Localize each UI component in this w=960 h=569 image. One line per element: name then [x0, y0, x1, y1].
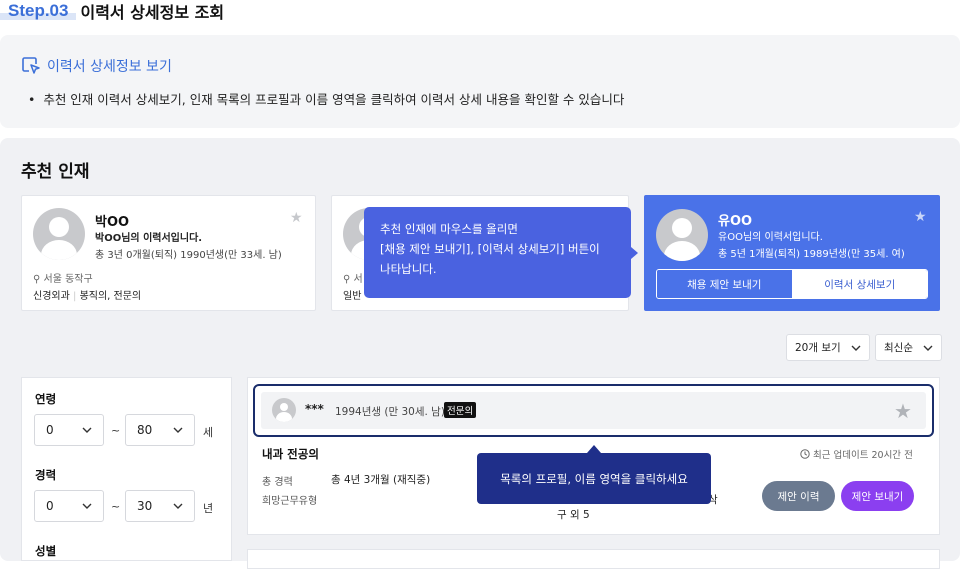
- result-updated: 최근 업데이트 20시간 전: [800, 447, 913, 461]
- range-separator: ~: [111, 424, 121, 437]
- card-detail: 총 5년 1개월(퇴직) 1989년생(만 35세. 여): [718, 249, 905, 260]
- info-heading-text: 이력서 상세정보 보기: [47, 59, 172, 75]
- send-offer-button[interactable]: 채용 제안 보내기: [657, 270, 793, 298]
- career-label: 경력: [35, 468, 57, 482]
- chevron-down-icon: [923, 345, 933, 351]
- info-heading: 이력서 상세정보 보기: [21, 56, 172, 76]
- location-pin-icon: ⚲: [33, 274, 41, 285]
- result-card-next: [247, 549, 940, 569]
- card-action-buttons: 채용 제안 보내기 이력서 상세보기: [656, 269, 928, 299]
- star-icon[interactable]: ★: [894, 399, 912, 423]
- card-detail: 총 3년 0개월(퇴직) 1990년생(만 33세. 남): [95, 250, 282, 261]
- gender-label: 성별: [35, 544, 57, 558]
- sort-select[interactable]: 최신순: [875, 334, 942, 361]
- age-label: 연령: [35, 392, 57, 406]
- avatar[interactable]: [656, 209, 708, 261]
- card-name[interactable]: 유OO: [718, 210, 752, 229]
- card-tags: 신경외과 | 봉직의, 전문의: [33, 291, 142, 302]
- per-page-select[interactable]: 20개 보기: [786, 334, 870, 361]
- section-title: 추천 인재: [21, 162, 90, 182]
- result-specialty: 내과 전공의: [262, 447, 319, 461]
- age-unit: 세: [203, 426, 214, 439]
- career-unit: 년: [203, 502, 214, 515]
- view-resume-button[interactable]: 이력서 상세보기: [792, 270, 927, 298]
- click-tooltip: 목록의 프로필, 이름 영역을 클릭하세요: [477, 445, 711, 504]
- card-name[interactable]: 박OO: [95, 211, 129, 230]
- card-location: ⚲ 서울 동작구: [33, 274, 93, 285]
- info-box: [0, 35, 960, 128]
- card-subtitle: 박OO님의 이력서입니다.: [95, 233, 203, 244]
- step-title: 이력서 상세정보 조회: [80, 3, 225, 22]
- age-min-select[interactable]: 0: [34, 414, 104, 446]
- step-header: Step.03 이력서 상세정보 조회: [0, 0, 224, 22]
- region-value: 구 외 5: [557, 509, 590, 521]
- card-location: ⚲ 서: [343, 274, 363, 285]
- specialist-badge: 전문의: [444, 402, 477, 418]
- chevron-down-icon: [173, 427, 183, 433]
- chevron-down-icon: [82, 427, 92, 433]
- career-field-label: 총 경력: [262, 477, 293, 488]
- offer-history-button[interactable]: 제안 이력: [762, 481, 835, 511]
- star-icon[interactable]: ★: [914, 209, 927, 225]
- card-tags: 일반: [343, 291, 362, 302]
- chevron-down-icon: [173, 503, 183, 509]
- clock-icon: [800, 449, 810, 459]
- age-max-select[interactable]: 80: [125, 414, 195, 446]
- result-name[interactable]: ***: [305, 402, 324, 416]
- career-min-select[interactable]: 0: [34, 490, 104, 522]
- send-offer-button[interactable]: 제안 보내기: [841, 481, 914, 511]
- range-separator: ~: [111, 500, 121, 513]
- work-type-label: 희망근무유형: [262, 496, 318, 507]
- chevron-down-icon: [82, 503, 92, 509]
- career-max-select[interactable]: 30: [125, 490, 195, 522]
- card-subtitle: 유OO님의 이력서입니다.: [718, 232, 823, 243]
- chevron-down-icon: [851, 345, 861, 351]
- avatar[interactable]: [33, 208, 85, 260]
- location-pin-icon: ⚲: [343, 274, 351, 285]
- talent-card-1[interactable]: ★ 박OO 박OO님의 이력서입니다. 총 3년 0개월(퇴직) 1990년생(…: [21, 195, 316, 311]
- cursor-click-icon: [22, 57, 40, 74]
- info-bullet: • 추천 인재 이력서 상세보기, 인재 목록의 프로필과 이름 영역을 클릭하…: [28, 92, 625, 107]
- step-badge: Step.03: [0, 1, 77, 21]
- result-birth: 1994년생 (만 30세. 남): [335, 406, 445, 418]
- star-icon[interactable]: ★: [290, 210, 303, 226]
- career-field-value: 총 4년 3개월 (재직중): [331, 474, 431, 486]
- hover-tooltip: 추천 인재에 마우스를 올리면 [채용 제안 보내기], [이력서 상세보기] …: [364, 207, 638, 298]
- avatar[interactable]: [272, 398, 296, 422]
